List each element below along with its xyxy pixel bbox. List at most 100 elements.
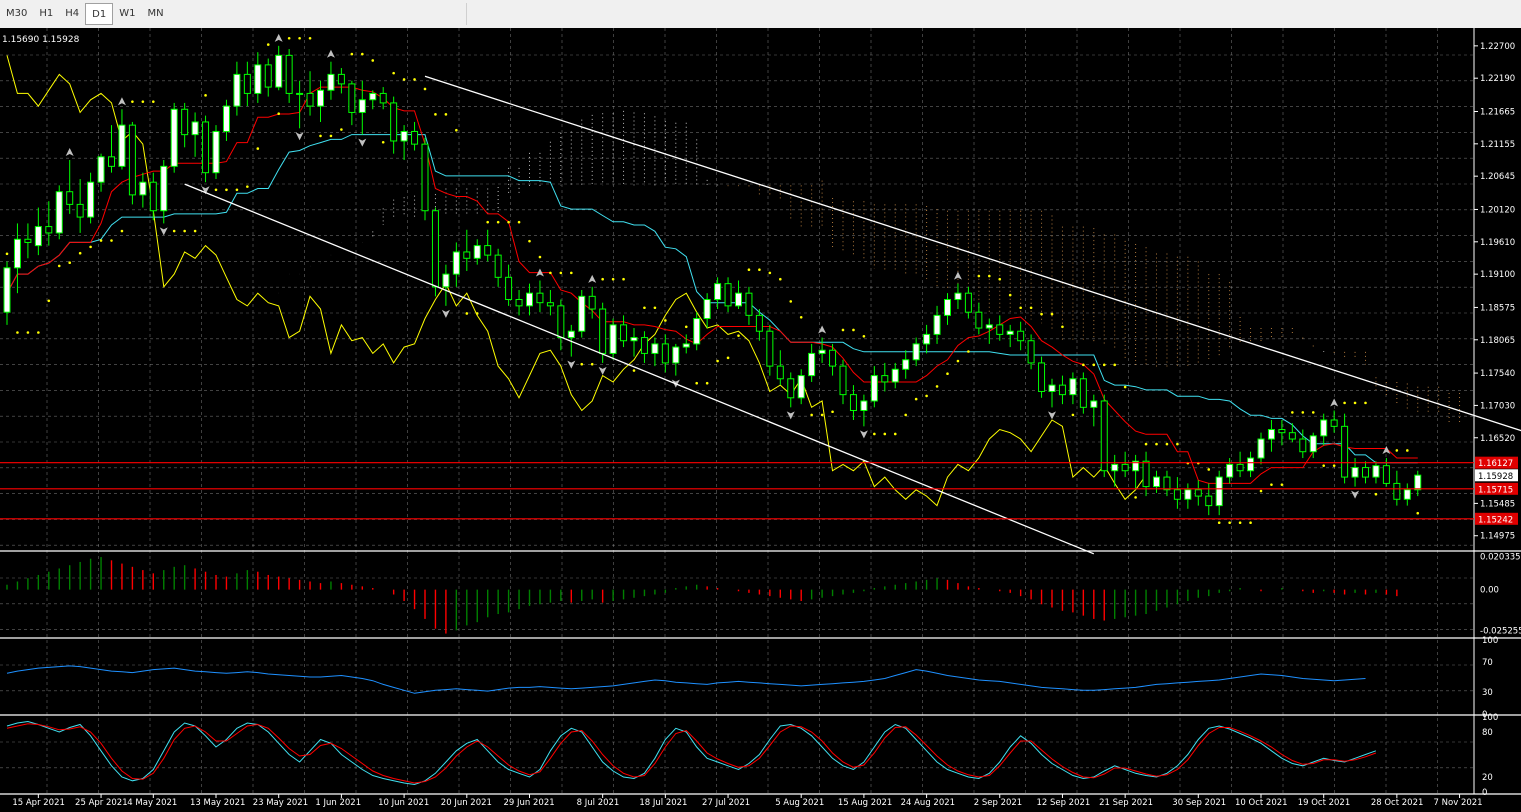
candle-bull: [275, 54, 283, 88]
sar-dot: [444, 113, 448, 116]
sar-dot: [873, 432, 876, 436]
fractal-up-arrow: [326, 49, 335, 58]
candle-bull: [1267, 429, 1275, 440]
candle-bull: [369, 92, 377, 101]
candle-bear: [839, 365, 847, 396]
tab-mn[interactable]: MN: [141, 3, 169, 25]
candle-bear: [1079, 378, 1087, 408]
candle-bear: [149, 181, 157, 212]
adx-line: [6, 665, 1366, 694]
candle-bull: [442, 273, 450, 288]
sar-dot: [214, 188, 218, 192]
candle-bull: [808, 352, 816, 377]
candle-bull: [870, 375, 878, 402]
candle-bear: [1163, 476, 1171, 491]
candle-bear: [588, 295, 596, 310]
candle-bull: [452, 251, 460, 275]
fractal-down-arrow: [859, 430, 868, 439]
sar-dot: [1291, 411, 1294, 414]
candle-bull: [3, 267, 11, 313]
sar-dot: [883, 432, 887, 436]
tab-h1[interactable]: H1: [33, 3, 59, 25]
candle-bear: [463, 251, 471, 259]
sar-dot: [580, 362, 584, 366]
fractal-down-arrow: [358, 138, 367, 147]
sar-dot: [1134, 496, 1137, 499]
sar-dot: [1301, 411, 1305, 414]
candle-bear: [128, 124, 136, 196]
candle-bear: [881, 375, 889, 383]
candle-bear: [766, 330, 774, 367]
sar-dot: [99, 239, 103, 242]
sar-dot: [946, 372, 949, 376]
candle-bear: [379, 92, 387, 104]
price-marker-label: 1.15242: [1478, 515, 1513, 525]
price-marker-label: 1.16127: [1478, 459, 1513, 469]
date-axis-label: 10 Oct 2021: [1235, 798, 1288, 808]
candle-bear: [1038, 362, 1046, 392]
candle-bear: [1173, 489, 1181, 500]
sar-dot: [977, 274, 981, 278]
candle-bull: [170, 108, 178, 167]
candle-bear: [66, 191, 74, 205]
sar-dot: [799, 315, 803, 319]
chart-area[interactable]: 1.16127 1.15928 1.15715 1.15242 0.020335 0.0…: [0, 28, 1521, 812]
candle-bear: [964, 292, 972, 313]
candle-bear: [181, 108, 189, 136]
date-axis-label: 15 Aug 2021: [838, 798, 892, 808]
candle-bear: [1205, 495, 1213, 507]
candle-bull: [1090, 400, 1098, 408]
fractal-down-arrow: [1351, 490, 1360, 499]
sar-dot: [1311, 411, 1315, 414]
adx-axis-label: 100: [1482, 636, 1498, 646]
fractal-up-arrow: [65, 148, 74, 156]
sar-dot: [361, 52, 364, 56]
tab-m30[interactable]: M30: [0, 3, 33, 25]
sar-dot: [89, 245, 92, 249]
candle-bull: [985, 324, 993, 329]
sar-dot: [622, 277, 625, 281]
tab-w1[interactable]: W1: [113, 3, 141, 25]
sar-dot: [852, 328, 855, 332]
stoch-axis-label: 0: [1482, 788, 1487, 798]
sar-dot: [1395, 449, 1399, 452]
sar-dot: [1217, 521, 1221, 525]
date-axis-label: 5 Aug 2021: [775, 798, 824, 808]
tab-h4[interactable]: H4: [59, 3, 85, 25]
candle-bear: [337, 73, 345, 85]
candle-bull: [1247, 457, 1255, 472]
candles: [3, 45, 1422, 516]
sar-dot: [695, 381, 698, 385]
adx-axis-label: 30: [1482, 688, 1493, 698]
sar-dot: [988, 274, 991, 278]
sar-dot: [172, 229, 176, 233]
sar-dot: [1050, 312, 1054, 316]
sar-dot: [904, 413, 907, 417]
candle-bear: [849, 394, 857, 411]
candle-bear: [515, 299, 523, 307]
candle-bull: [191, 121, 199, 136]
trend-channel[interactable]: [184, 75, 1521, 555]
horizontal-levels[interactable]: 1.16127 1.15928 1.15715 1.15242: [0, 456, 1518, 526]
fractal-down-arrow: [1048, 411, 1056, 420]
sar-dot: [1374, 492, 1378, 496]
candle-bear: [45, 226, 53, 234]
candle-bull: [1215, 476, 1223, 507]
price-axis-label: 1.19100: [1480, 270, 1515, 280]
candle-bear: [1100, 400, 1108, 472]
sar-dot: [486, 220, 490, 224]
candle-bull: [578, 295, 586, 332]
sar-dot: [1270, 483, 1273, 486]
sar-dot: [266, 43, 270, 46]
candle-bear: [76, 203, 84, 218]
sar-dot: [287, 36, 291, 40]
candle-bull: [1184, 489, 1192, 500]
candle-bull: [735, 292, 742, 307]
date-axis-label: 25 Apr 2021: [75, 798, 128, 808]
fractal-arrows: [65, 33, 1391, 499]
sar-dot: [1332, 464, 1336, 467]
candle-bull: [97, 156, 105, 183]
candle-bull: [473, 245, 481, 259]
candle-bear: [264, 64, 272, 88]
tab-d1[interactable]: D1: [85, 3, 114, 25]
